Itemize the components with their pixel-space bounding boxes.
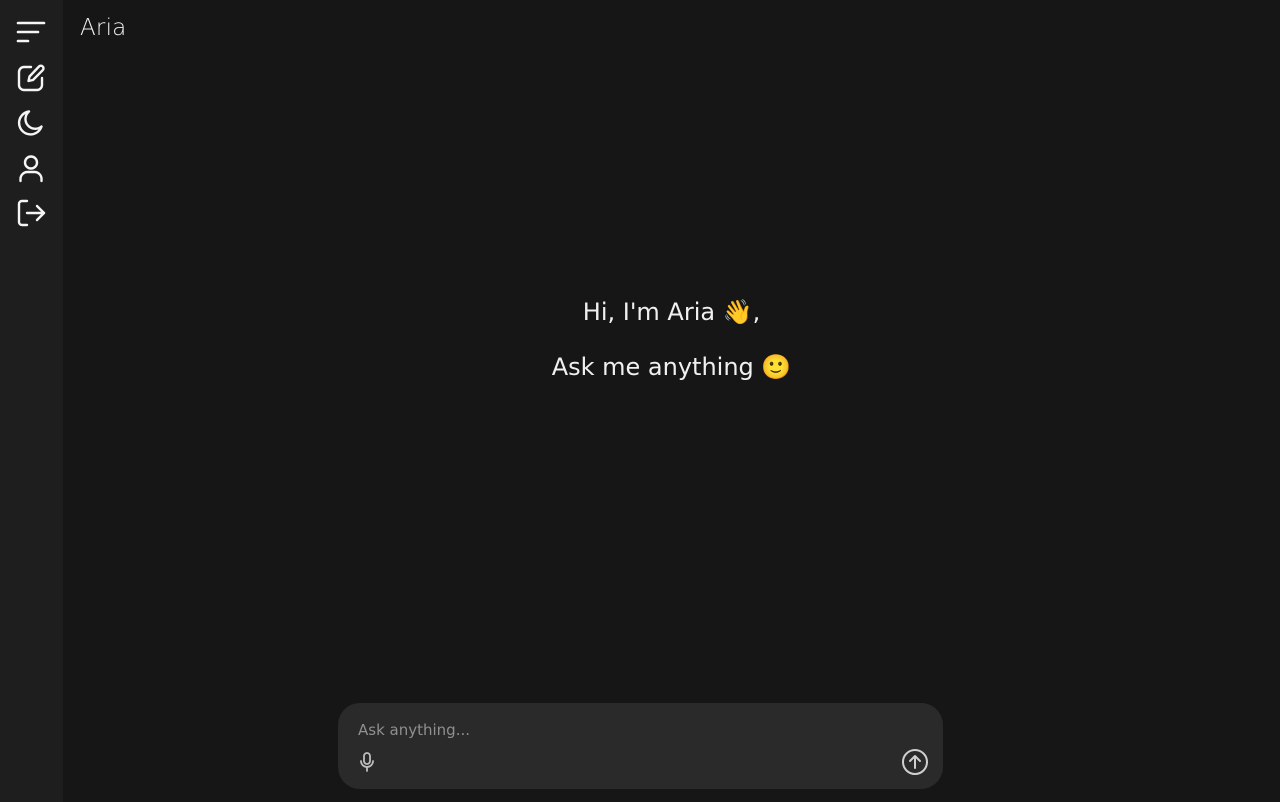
- send-arrow-up-icon: [902, 749, 928, 775]
- send-button[interactable]: [901, 748, 929, 776]
- microphone-icon: [360, 752, 374, 772]
- logout-icon: [17, 199, 46, 227]
- app-window: Aria Hi, I'm Aria 👋, Ask me anything 🙂: [0, 0, 1280, 802]
- menu-icon: [16, 21, 46, 43]
- menu-button[interactable]: [12, 13, 50, 51]
- welcome-greeting: Hi, I'm Aria 👋,: [582, 298, 761, 326]
- new-chat-button[interactable]: [12, 59, 50, 97]
- brand-logo: Aria: [80, 15, 127, 41]
- chat-composer: [338, 703, 943, 789]
- moon-icon: [17, 110, 43, 136]
- new-chat-icon: [17, 64, 45, 92]
- sidebar: [0, 0, 63, 802]
- logout-button[interactable]: [12, 194, 50, 232]
- profile-button[interactable]: [12, 149, 50, 187]
- theme-toggle-button[interactable]: [12, 104, 50, 142]
- chat-input[interactable]: [358, 715, 918, 745]
- user-icon: [19, 155, 43, 183]
- welcome-subtitle: Ask me anything 🙂: [551, 353, 792, 381]
- voice-input-button[interactable]: [356, 751, 378, 773]
